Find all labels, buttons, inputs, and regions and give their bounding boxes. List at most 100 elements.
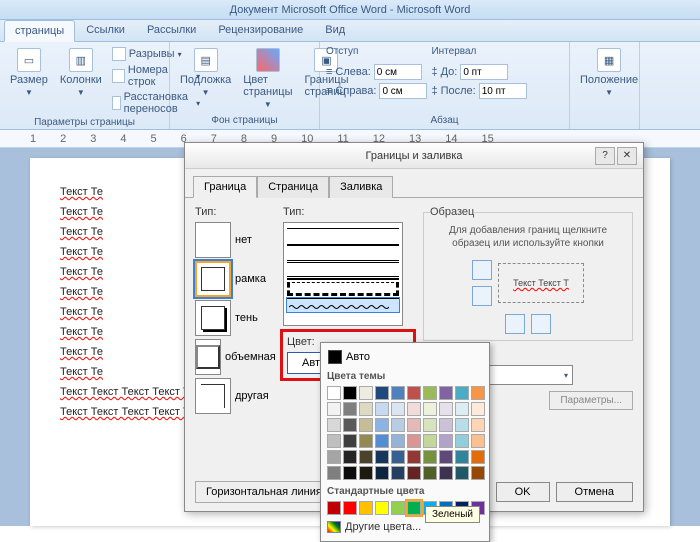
color-swatch[interactable] — [439, 418, 453, 432]
color-swatch[interactable] — [327, 418, 341, 432]
color-swatch[interactable] — [407, 501, 421, 515]
preview-sample[interactable]: Текст Текст Т — [498, 263, 584, 303]
color-swatch[interactable] — [359, 418, 373, 432]
columns-button[interactable]: ▥Колонки▼ — [56, 46, 106, 99]
color-swatch[interactable] — [375, 501, 389, 515]
color-swatch[interactable] — [391, 402, 405, 416]
color-swatch[interactable] — [375, 434, 389, 448]
color-swatch[interactable] — [423, 402, 437, 416]
color-swatch[interactable] — [327, 386, 341, 400]
ok-button[interactable]: OK — [496, 482, 550, 502]
color-swatch[interactable] — [423, 450, 437, 464]
color-swatch[interactable] — [327, 434, 341, 448]
color-swatch[interactable] — [391, 418, 405, 432]
tab-shading[interactable]: Заливка — [329, 176, 393, 198]
color-swatch[interactable] — [343, 386, 357, 400]
color-swatch[interactable] — [439, 386, 453, 400]
color-swatch[interactable] — [359, 501, 373, 515]
color-swatch[interactable] — [327, 450, 341, 464]
color-swatch[interactable] — [343, 466, 357, 480]
color-swatch[interactable] — [439, 434, 453, 448]
indent-right-input[interactable] — [379, 83, 427, 99]
page-color-button[interactable]: Цвет страницы▼ — [239, 46, 296, 111]
color-swatch[interactable] — [471, 418, 485, 432]
color-swatch[interactable] — [471, 466, 485, 480]
color-swatch[interactable] — [375, 418, 389, 432]
color-swatch[interactable] — [455, 402, 469, 416]
color-swatch[interactable] — [359, 450, 373, 464]
color-swatch[interactable] — [391, 434, 405, 448]
color-swatch[interactable] — [407, 418, 421, 432]
color-swatch[interactable] — [439, 450, 453, 464]
color-swatch[interactable] — [423, 466, 437, 480]
style-list[interactable] — [283, 222, 403, 326]
close-button[interactable]: ✕ — [617, 147, 637, 165]
color-swatch[interactable] — [439, 466, 453, 480]
color-swatch[interactable] — [343, 434, 357, 448]
tab-view[interactable]: Вид — [314, 19, 356, 41]
color-swatch[interactable] — [343, 450, 357, 464]
color-swatch[interactable] — [359, 402, 373, 416]
color-swatch[interactable] — [359, 386, 373, 400]
cancel-button[interactable]: Отмена — [556, 482, 633, 502]
color-swatch[interactable] — [359, 466, 373, 480]
tab-review[interactable]: Рецензирование — [207, 19, 314, 41]
color-swatch[interactable] — [391, 386, 405, 400]
position-button[interactable]: ▦Положение▼ — [576, 46, 642, 99]
color-swatch[interactable] — [407, 434, 421, 448]
border-bottom-button[interactable] — [472, 286, 492, 306]
color-swatch[interactable] — [343, 418, 357, 432]
color-swatch[interactable] — [407, 466, 421, 480]
type-box[interactable]: рамка — [195, 261, 273, 297]
color-swatch[interactable] — [343, 501, 357, 515]
border-top-button[interactable] — [472, 260, 492, 280]
color-swatch[interactable] — [407, 450, 421, 464]
color-swatch[interactable] — [471, 450, 485, 464]
color-swatch[interactable] — [327, 501, 341, 515]
color-swatch[interactable] — [423, 386, 437, 400]
type-3d[interactable]: объемная — [195, 339, 273, 375]
color-swatch[interactable] — [439, 402, 453, 416]
tab-mailings[interactable]: Рассылки — [136, 19, 207, 41]
color-swatch[interactable] — [327, 402, 341, 416]
color-swatch[interactable] — [375, 402, 389, 416]
color-swatch[interactable] — [327, 466, 341, 480]
color-swatch[interactable] — [391, 466, 405, 480]
color-swatch[interactable] — [471, 386, 485, 400]
color-swatch[interactable] — [455, 450, 469, 464]
color-swatch[interactable] — [407, 386, 421, 400]
type-custom[interactable]: другая — [195, 378, 273, 414]
color-swatch[interactable] — [455, 466, 469, 480]
color-swatch[interactable] — [471, 402, 485, 416]
color-swatch[interactable] — [359, 434, 373, 448]
tab-border[interactable]: Граница — [193, 176, 257, 198]
space-after-input[interactable] — [479, 83, 527, 99]
indent-left-input[interactable] — [374, 64, 422, 80]
border-right-button[interactable] — [531, 314, 551, 334]
color-auto[interactable]: Авто — [325, 347, 485, 367]
border-left-button[interactable] — [505, 314, 525, 334]
style-wavy[interactable] — [287, 298, 399, 312]
type-shadow[interactable]: тень — [195, 300, 273, 336]
tab-page-layout[interactable]: страницы — [4, 20, 75, 42]
color-swatch[interactable] — [343, 402, 357, 416]
tab-references[interactable]: Ссылки — [75, 19, 136, 41]
color-swatch[interactable] — [375, 466, 389, 480]
watermark-button[interactable]: ▤Подложка▼ — [176, 46, 235, 99]
color-swatch[interactable] — [455, 386, 469, 400]
color-swatch[interactable] — [407, 402, 421, 416]
color-swatch[interactable] — [375, 450, 389, 464]
color-swatch[interactable] — [455, 434, 469, 448]
space-before-input[interactable] — [460, 64, 508, 80]
color-swatch[interactable] — [391, 501, 405, 515]
color-swatch[interactable] — [455, 418, 469, 432]
tab-page-border[interactable]: Страница — [257, 176, 329, 198]
color-swatch[interactable] — [423, 418, 437, 432]
size-button[interactable]: ▭Размер▼ — [6, 46, 52, 99]
color-swatch[interactable] — [375, 386, 389, 400]
color-swatch[interactable] — [391, 450, 405, 464]
type-none[interactable]: нет — [195, 222, 273, 258]
color-swatch[interactable] — [471, 434, 485, 448]
help-button[interactable]: ? — [595, 147, 615, 165]
color-swatch[interactable] — [423, 434, 437, 448]
